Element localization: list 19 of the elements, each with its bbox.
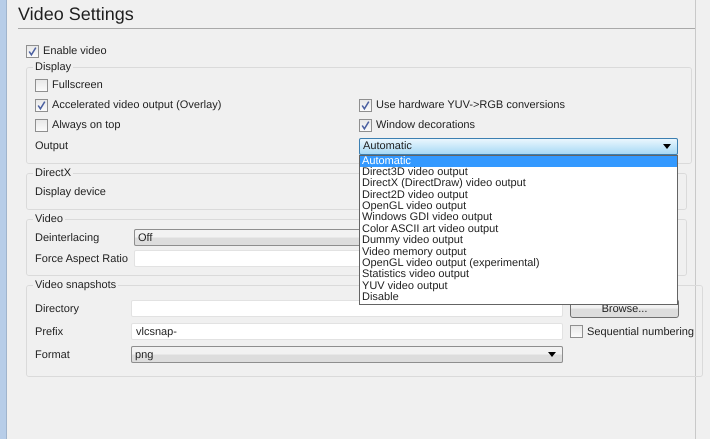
field-label: Display device	[35, 186, 106, 198]
field-label: Directory	[35, 302, 80, 314]
group-title: Video snapshots	[34, 279, 118, 291]
field-label: Prefix	[35, 326, 64, 338]
checkbox-label: Always on top	[52, 119, 120, 131]
group-title: Video	[34, 213, 64, 225]
field-label: Output	[35, 140, 70, 152]
checkbox-label: Accelerated video output (Overlay)	[52, 99, 222, 111]
field-label: Deinterlacing	[35, 232, 100, 244]
field-label: Format	[35, 348, 71, 360]
page-title: Video Settings	[18, 3, 135, 26]
checkbox-label: Fullscreen	[52, 79, 103, 91]
checkbox-label: Use hardware YUV->RGB conversions	[376, 99, 566, 111]
checkbox-label: Window decorations	[376, 119, 476, 131]
checkbox-label: Enable video	[43, 45, 107, 57]
field-label: Force Aspect Ratio	[35, 252, 129, 264]
checkbox-label: Sequential numbering	[587, 326, 694, 338]
group-title: DirectX	[34, 167, 72, 179]
group-title: Display	[34, 61, 72, 73]
